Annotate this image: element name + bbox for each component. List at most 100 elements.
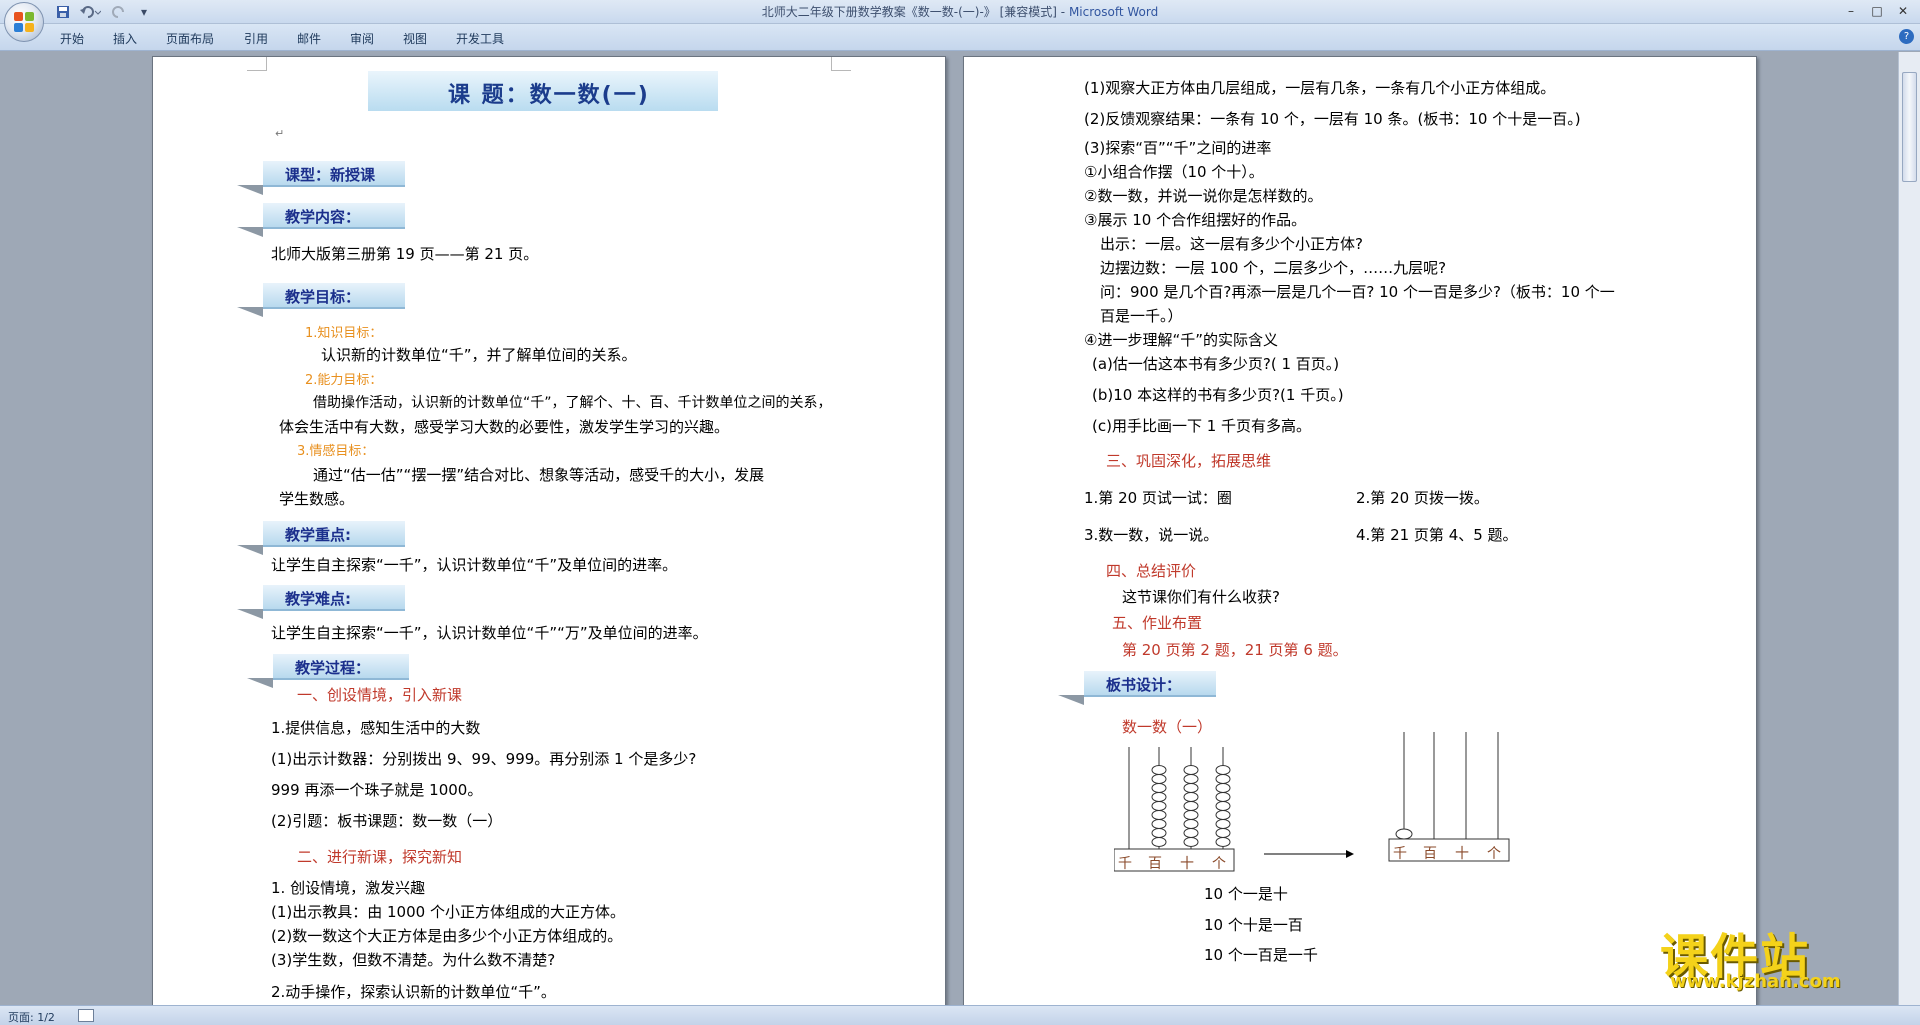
summary-question: 这节课你们有什么收获?: [1122, 588, 1280, 606]
app-name: Microsoft Word: [1068, 5, 1159, 19]
abacus-bead: [1395, 828, 1413, 840]
banner-process: 教学过程：: [247, 654, 409, 688]
abacus-bead: [1183, 792, 1199, 802]
abacus-right: [1388, 732, 1510, 862]
abacus-bead: [1183, 828, 1199, 838]
tab-view[interactable]: 视图: [403, 30, 427, 47]
type-label: 课型：新授课: [285, 166, 376, 184]
abacus-right-label-bai: 百: [1423, 846, 1437, 862]
margin-marker: [831, 57, 851, 71]
banner-content: 教学内容：: [237, 203, 405, 237]
vertical-scrollbar[interactable]: [1898, 52, 1920, 1005]
section-4-heading: 四、总结评价: [1106, 562, 1197, 580]
board-label: 板书设计：: [1106, 676, 1182, 694]
key-text: 让学生自主探索“一千”，认识计数单位“千”及单位间的进率。: [271, 556, 678, 574]
goal2-label: 2.能力目标：: [305, 373, 383, 388]
abacus-bead: [1215, 810, 1231, 820]
document-page-1: 课 题：数一数(一) ↵ 课型：新授课 教学内容： 北师大版第三册第 19 页—…: [152, 56, 946, 1005]
abacus-beads: [1151, 765, 1231, 847]
p7: (2)数一数这个大正方体是由多少个小正方体组成的。: [271, 927, 623, 945]
abacus-bead: [1183, 783, 1199, 793]
section-2-heading: 二、进行新课，探究新知: [297, 848, 463, 866]
document-workarea: 课 题：数一数(一) ↵ 课型：新授课 教学内容： 北师大版第三册第 19 页—…: [0, 52, 1898, 1005]
abacus-bead: [1183, 774, 1199, 784]
watermark-url: www.kjzhan.com: [1670, 971, 1841, 992]
status-bar: 页面: 1/2: [0, 1005, 1920, 1025]
tab-developer[interactable]: 开发工具: [456, 30, 504, 47]
l13: (b)10 本这样的书有多少页?(1 千页。): [1092, 386, 1344, 404]
l6: ③展示 10 个合作组摆好的作品。: [1084, 211, 1307, 229]
margin-marker: [247, 57, 267, 71]
abacus-bead: [1151, 837, 1167, 847]
l7: 出示：一层。这一层有多少个小正方体?: [1100, 235, 1363, 253]
l8: 边摆边数：一层 100 个，二层多少个，……九层呢?: [1100, 259, 1447, 277]
abacus-bead: [1183, 810, 1199, 820]
minimize-button[interactable]: –: [1840, 2, 1862, 20]
p1: 1.提供信息，感知生活中的大数: [271, 719, 481, 737]
l3: (3)探索“百”“千”之间的进率: [1084, 139, 1272, 157]
l4: ①小组合作摆（10 个十）。: [1084, 163, 1264, 181]
content-text: 北师大版第三册第 19 页——第 21 页。: [271, 245, 539, 263]
document-title: 北师大二年级下册数学教案《数一数-(一)-》 [兼容模式] -: [761, 5, 1069, 19]
tab-references[interactable]: 引用: [244, 30, 268, 47]
board-line-1: 10 个一是十: [1204, 885, 1288, 903]
window-title: 北师大二年级下册数学教案《数一数-(一)-》 [兼容模式] - Microsof…: [0, 0, 1920, 24]
abacus-bead: [1183, 765, 1199, 775]
spellcheck-icon[interactable]: [78, 1009, 94, 1022]
quick-access-more[interactable]: ▾: [138, 3, 150, 20]
abacus-bead: [1215, 792, 1231, 802]
l9: 问：900 是几个百?再添一层是几个一百? 10 个一百是多少?（板书：10 个…: [1100, 283, 1615, 301]
lesson-title: 课 题：数一数(一): [448, 83, 650, 108]
p4: (2)引题：板书课题：数一数（一）: [271, 812, 503, 830]
key-label: 教学重点:: [285, 526, 351, 544]
section-5-heading: 五、作业布置: [1112, 614, 1203, 632]
tab-insert[interactable]: 插入: [113, 30, 137, 47]
board-line-2: 10 个十是一百: [1204, 916, 1303, 934]
p5: 1. 创设情境，激发兴趣: [271, 879, 426, 897]
abacus-bead: [1215, 765, 1231, 775]
exercise-4: 4.第 21 页第 4、5 题。: [1356, 526, 1518, 544]
goal2-text-b: 体会生活中有大数，感受学习大数的必要性，激发学生学习的兴趣。: [279, 418, 730, 436]
banner-key: 教学重点:: [237, 521, 405, 555]
maximize-button[interactable]: □: [1866, 2, 1888, 20]
banner-difficulty: 教学难点:: [237, 585, 405, 619]
tab-page-layout[interactable]: 页面布局: [166, 30, 214, 47]
undo-icon[interactable]: [76, 3, 104, 20]
abacus-bead: [1151, 792, 1167, 802]
abacus-left-label-ge: 个: [1212, 856, 1226, 872]
document-page-2: (1)观察大正方体由几层组成，一层有几条，一条有几个小正方体组成。 (2)反馈观…: [963, 56, 1757, 1005]
l14: (c)用手比画一下 1 千页有多高。: [1092, 417, 1312, 435]
section-1-heading: 一、创设情境，引入新课: [297, 686, 463, 704]
abacus-bead: [1183, 801, 1199, 811]
ribbon-tabs: 开始 插入 页面布局 引用 邮件 审阅 视图 开发工具 ?: [0, 24, 1920, 51]
l11: ④进一步理解“千”的实际含义: [1084, 331, 1278, 349]
banner-goals: 教学目标：: [237, 283, 405, 317]
help-icon[interactable]: ?: [1899, 29, 1914, 44]
abacus-left-label-qian: 千: [1118, 856, 1132, 872]
abacus-bead: [1151, 810, 1167, 820]
homework-text: 第 20 页第 2 题，21 页第 6 题。: [1122, 641, 1348, 659]
banner-type: 课型：新授课: [237, 161, 405, 195]
difficulty-label: 教学难点:: [285, 590, 351, 608]
office-button[interactable]: [4, 2, 44, 42]
abacus-bead: [1215, 819, 1231, 829]
tab-home[interactable]: 开始: [60, 30, 84, 47]
scrollbar-thumb[interactable]: [1902, 72, 1917, 182]
abacus-right-label-shi: 十: [1455, 846, 1469, 862]
abacus-bead: [1215, 801, 1231, 811]
close-button[interactable]: ✕: [1892, 2, 1914, 20]
l12: (a)估一估这本书有多少页?( 1 百页。): [1092, 355, 1340, 373]
difficulty-text: 让学生自主探索“一千”，认识计数单位“千”“万”及单位间的进率。: [271, 624, 708, 642]
abacus-left-label-shi: 十: [1180, 856, 1194, 872]
page-count[interactable]: 页面: 1/2: [8, 1009, 55, 1025]
abacus-right-label-qian: 千: [1393, 846, 1407, 862]
tab-mailings[interactable]: 邮件: [297, 30, 321, 47]
redo-icon[interactable]: [108, 3, 130, 20]
goals-label: 教学目标：: [285, 288, 361, 306]
abacus-bead: [1215, 774, 1231, 784]
office-logo-icon: [14, 12, 34, 32]
return-mark: ↵: [275, 127, 285, 140]
tab-review[interactable]: 审阅: [350, 30, 374, 47]
arrow: [1264, 850, 1354, 858]
save-icon[interactable]: [54, 3, 72, 20]
